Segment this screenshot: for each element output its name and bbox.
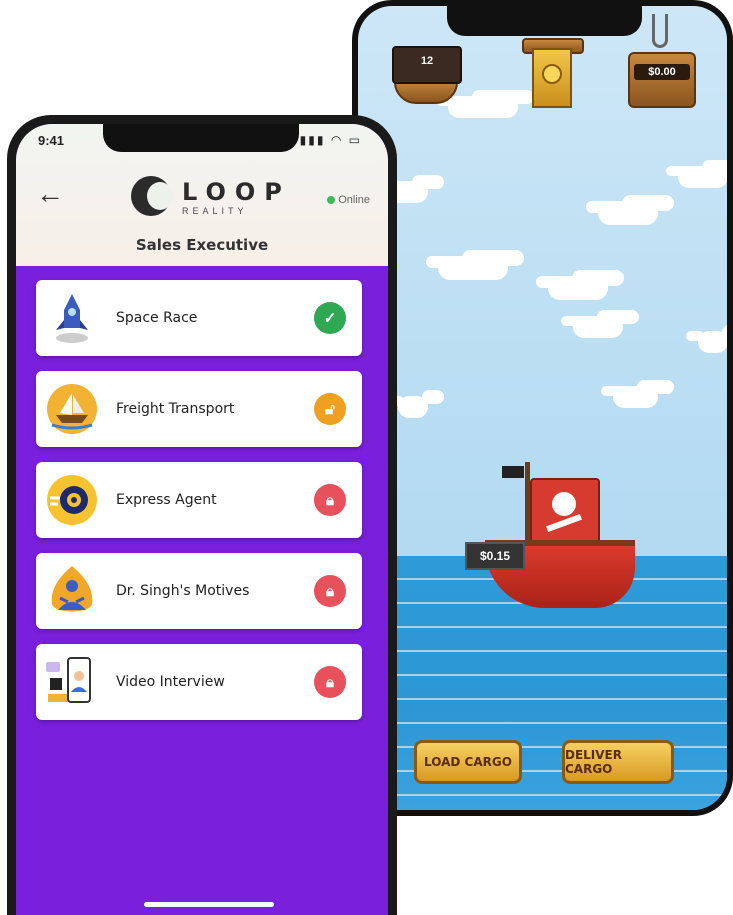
ship-icon [44, 381, 100, 437]
module-card-video-interview[interactable]: Video Interview 🔒︎ [36, 644, 362, 720]
cloud [598, 201, 658, 225]
home-indicator[interactable] [144, 902, 274, 907]
deliver-cargo-button[interactable]: DELIVER CARGO [562, 740, 674, 784]
back-arrow-icon[interactable]: ← [36, 180, 64, 208]
ship-cargo-value: $0.15 [465, 542, 525, 570]
app-phone: 9:41 ▮▮▮ ◠ ▭ ← LOOP REALITY Online Sales… [7, 115, 397, 915]
status-icons: ▮▮▮ ◠ ▭ [300, 133, 362, 147]
game-phone [352, 0, 733, 816]
module-card-freight-transport[interactable]: Freight Transport 🔓︎ [36, 371, 362, 447]
rocket-icon [44, 290, 100, 346]
module-card-express-agent[interactable]: Express Agent 🔒︎ [36, 462, 362, 538]
cloud [613, 386, 658, 408]
ship-counter: 12 [388, 36, 464, 106]
cloud [548, 276, 608, 300]
notch [103, 124, 299, 152]
module-label: Video Interview [116, 674, 225, 690]
module-label: Freight Transport [116, 401, 235, 417]
battery-icon: ▭ [348, 133, 362, 147]
online-dot-icon [327, 196, 336, 205]
game-screen [358, 6, 727, 810]
skull-icon [552, 492, 576, 516]
load-cargo-button[interactable]: LOAD CARGO [414, 740, 522, 784]
video-call-icon [44, 654, 100, 710]
ship-count: 12 [420, 55, 434, 67]
cloud [398, 396, 428, 418]
coin-icon [542, 64, 562, 84]
module-card-dr-singhs-motives[interactable]: Dr. Singh's Motives 🔒︎ [36, 553, 362, 629]
pirate-sail [530, 478, 600, 546]
cloud [573, 316, 623, 338]
wifi-icon: ◠ [330, 133, 344, 147]
logo-subtext: REALITY [182, 206, 248, 216]
logo-text: LOOP [182, 178, 291, 206]
lock-icon: 🔒︎ [314, 575, 346, 607]
meditation-icon [44, 563, 100, 619]
signal-icon: ▮▮▮ [299, 133, 326, 147]
lock-icon: 🔒︎ [314, 484, 346, 516]
app-screen: 9:41 ▮▮▮ ◠ ▭ ← LOOP REALITY Online Sales… [16, 124, 388, 915]
online-label: Online [338, 194, 370, 206]
module-label: Express Agent [116, 492, 217, 508]
crossbones-icon [546, 514, 582, 532]
chest-body [628, 52, 696, 108]
cloud [698, 331, 727, 353]
wheel-icon [44, 472, 100, 528]
page-title: Sales Executive [135, 236, 269, 254]
checkmark-icon: ✓ [314, 302, 346, 334]
banner-icon [522, 38, 584, 108]
notch [447, 6, 642, 36]
module-card-space-race[interactable]: Space Race ✓ [36, 280, 362, 356]
status-time: 9:41 [38, 133, 65, 148]
logo-icon [131, 176, 173, 216]
lock-icon: 🔒︎ [314, 666, 346, 698]
balance-value: $0.00 [634, 64, 690, 80]
crane-hook-icon [652, 14, 668, 48]
module-label: Space Race [116, 310, 198, 326]
ship-flag [502, 466, 524, 478]
module-label: Dr. Singh's Motives [116, 583, 250, 599]
unlock-icon: 🔓︎ [314, 393, 346, 425]
online-status: Online [327, 194, 370, 206]
cloud [678, 166, 727, 188]
cloud [438, 256, 508, 280]
